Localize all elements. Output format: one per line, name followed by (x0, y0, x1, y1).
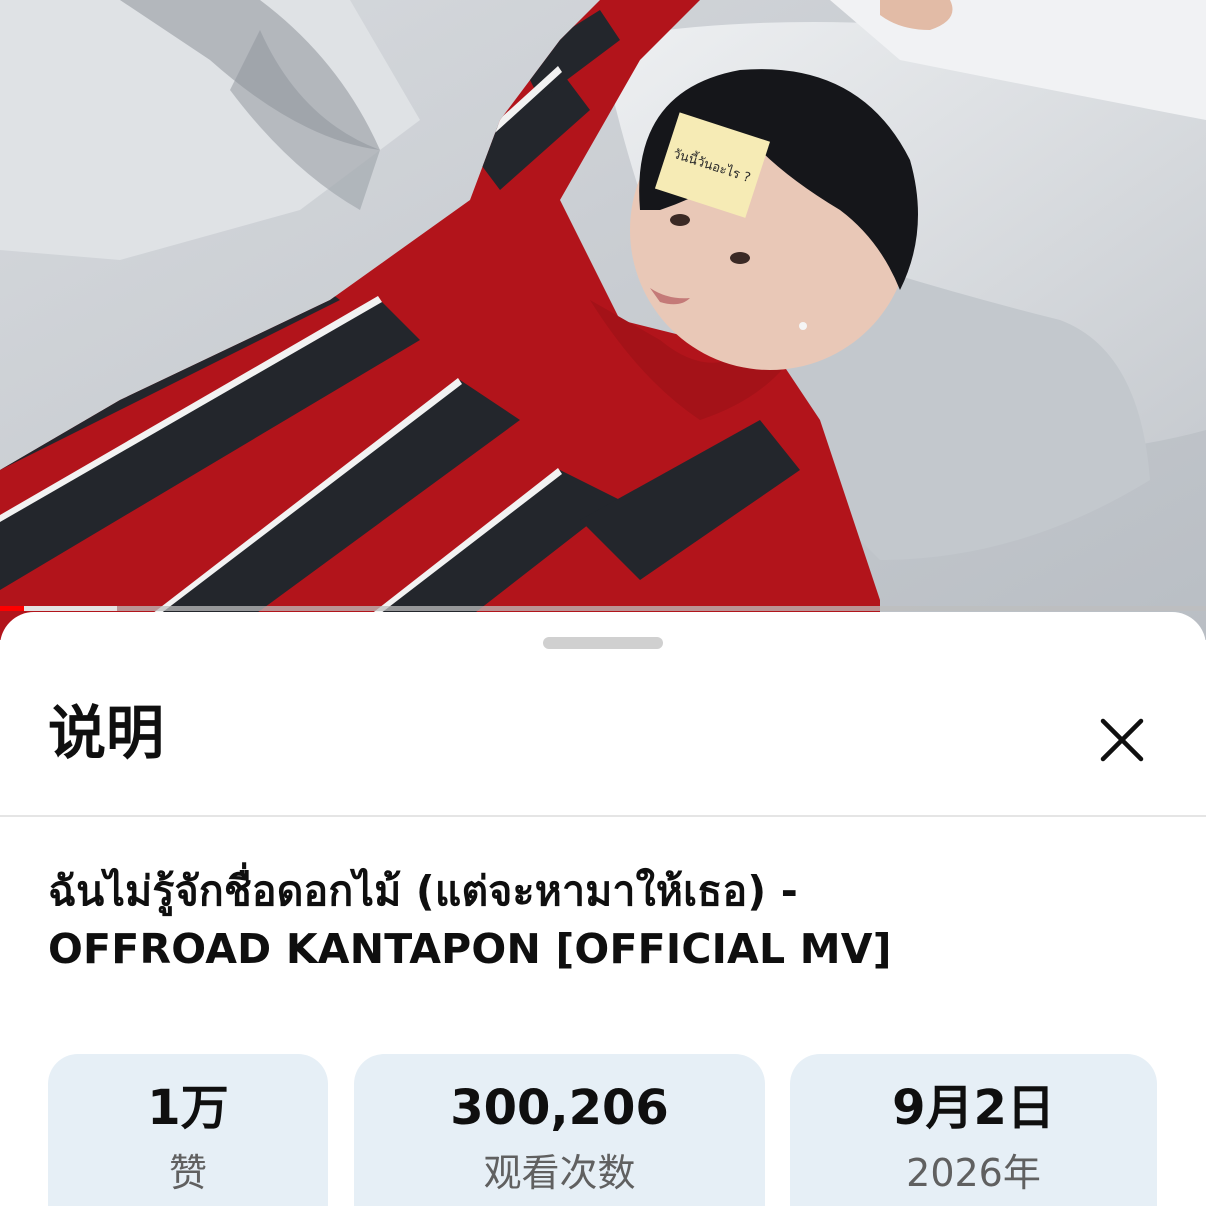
video-thumbnail: วันนี้วันอะไร ? (0, 0, 1206, 640)
likes-count: 1万 (147, 1080, 229, 1136)
close-button[interactable] (1090, 708, 1154, 772)
video-title-line-1: ฉันไม่รู้จักชื่อดอกไม้ (แต่จะหามาให้เธอ)… (48, 867, 798, 915)
header-divider (0, 815, 1206, 817)
publish-date: 9月2日 (892, 1080, 1055, 1136)
close-icon (1100, 718, 1144, 762)
video-player[interactable]: วันนี้วันอะไร ? (0, 0, 1206, 640)
likes-label: 赞 (168, 1151, 207, 1195)
publish-year: 2026年 (906, 1151, 1041, 1195)
progress-bar[interactable] (0, 606, 1206, 611)
sheet-title: 说明 (48, 699, 165, 767)
publish-date-stat: 9月2日 2026年 (790, 1054, 1157, 1206)
likes-stat: 1万 赞 (48, 1054, 328, 1206)
screen: วันนี้วันอะไร ? 说明 ฉันไม่รู้จักชื่อดอกไม… (0, 0, 1206, 1206)
video-title: ฉันไม่รู้จักชื่อดอกไม้ (แต่จะหามาให้เธอ)… (48, 862, 1158, 978)
views-count: 300,206 (450, 1080, 669, 1136)
progress-played (0, 606, 25, 611)
description-sheet: 说明 ฉันไม่รู้จักชื่อดอกไม้ (แต่จะหามาให้เ… (0, 612, 1206, 1206)
views-label: 观看次数 (483, 1151, 636, 1195)
sheet-header: 说明 (0, 612, 1206, 815)
views-stat: 300,206 观看次数 (354, 1054, 765, 1206)
video-title-line-2: OFFROAD KANTAPON [OFFICIAL MV] (48, 925, 892, 973)
